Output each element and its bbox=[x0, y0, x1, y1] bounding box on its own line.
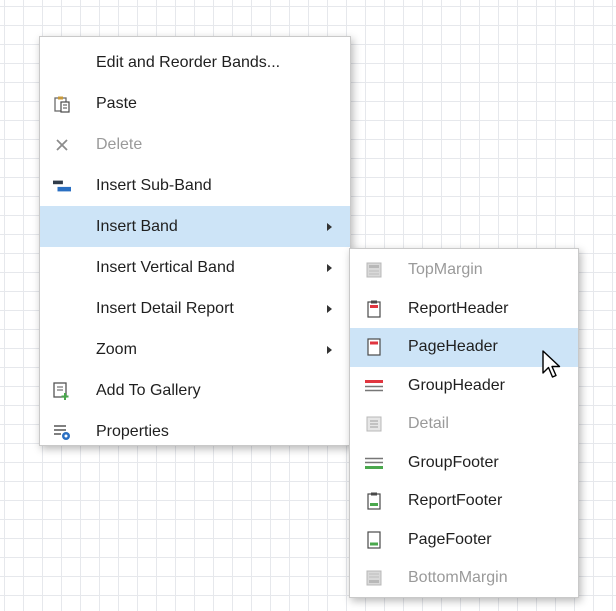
menu-item-add-to-gallery[interactable]: Add To Gallery bbox=[40, 370, 350, 411]
menu-item-label: Insert Detail Report bbox=[96, 299, 234, 317]
clipboard-paste-icon bbox=[53, 95, 71, 113]
properties-icon bbox=[53, 423, 71, 441]
menu-item-label: Zoom bbox=[96, 340, 137, 358]
menu-item-label: Insert Sub-Band bbox=[96, 176, 212, 194]
band-report-footer-icon bbox=[365, 492, 383, 510]
menu-item-insert-sub-band[interactable]: Insert Sub-Band bbox=[40, 165, 350, 206]
submenu-arrow-icon bbox=[327, 222, 332, 231]
menu-item-zoom[interactable]: Zoom bbox=[40, 329, 350, 370]
menu-item-label: Edit and Reorder Bands... bbox=[96, 53, 281, 71]
band-item-label: GroupFooter bbox=[408, 453, 499, 471]
menu-item-paste[interactable]: Paste bbox=[40, 83, 350, 124]
band-item-label: ReportFooter bbox=[408, 492, 503, 510]
menu-item-label: Delete bbox=[96, 135, 143, 153]
band-item-label: PageFooter bbox=[408, 530, 492, 548]
menu-item-properties[interactable]: Properties bbox=[40, 411, 350, 452]
submenu-arrow-icon bbox=[327, 263, 332, 272]
menu-item-label: Properties bbox=[96, 422, 169, 440]
band-item-group-footer[interactable]: GroupFooter bbox=[350, 444, 578, 483]
band-item-label: TopMargin bbox=[408, 261, 483, 279]
menu-item-delete[interactable]: Delete bbox=[40, 124, 350, 165]
band-report-header-icon bbox=[365, 300, 383, 318]
menu-item-label: Add To Gallery bbox=[96, 381, 201, 399]
band-page-footer-icon bbox=[365, 531, 383, 549]
menu-item-label: Paste bbox=[96, 94, 137, 112]
menu-item-insert-detail-report[interactable]: Insert Detail Report bbox=[40, 288, 350, 329]
band-item-label: ReportHeader bbox=[408, 299, 509, 317]
menu-item-label: Insert Vertical Band bbox=[96, 258, 235, 276]
band-item-label: GroupHeader bbox=[408, 376, 505, 394]
delete-x-icon bbox=[53, 136, 71, 154]
band-item-top-margin[interactable]: TopMargin bbox=[350, 251, 578, 290]
band-top-margin-icon bbox=[365, 261, 383, 279]
insert-sub-band-icon bbox=[53, 177, 71, 195]
band-item-label: BottomMargin bbox=[408, 569, 508, 587]
band-item-page-footer[interactable]: PageFooter bbox=[350, 521, 578, 560]
menu-item-edit-reorder-bands[interactable]: Edit and Reorder Bands... bbox=[40, 42, 350, 83]
mouse-cursor-icon bbox=[542, 350, 561, 378]
band-detail-icon bbox=[365, 415, 383, 433]
add-to-gallery-icon bbox=[53, 381, 71, 400]
menu-item-label: Insert Band bbox=[96, 217, 178, 235]
band-item-detail[interactable]: Detail bbox=[350, 405, 578, 444]
band-group-footer-icon bbox=[365, 454, 383, 472]
menu-item-insert-vertical-band[interactable]: Insert Vertical Band bbox=[40, 247, 350, 288]
band-item-report-header[interactable]: ReportHeader bbox=[350, 290, 578, 329]
band-bottom-margin-icon bbox=[365, 569, 383, 587]
band-page-header-icon bbox=[365, 338, 383, 356]
band-item-label: Detail bbox=[408, 415, 449, 433]
submenu-arrow-icon bbox=[327, 345, 332, 354]
insert-band-submenu: TopMargin ReportHeader PageHeader GroupH… bbox=[349, 248, 579, 598]
band-item-report-footer[interactable]: ReportFooter bbox=[350, 482, 578, 521]
menu-item-insert-band[interactable]: Insert Band bbox=[40, 206, 350, 247]
submenu-arrow-icon bbox=[327, 304, 332, 313]
band-item-bottom-margin[interactable]: BottomMargin bbox=[350, 559, 578, 598]
band-item-label: PageHeader bbox=[408, 338, 498, 356]
band-group-header-icon bbox=[365, 377, 383, 395]
context-menu: Edit and Reorder Bands... Paste Delete I… bbox=[39, 36, 351, 446]
